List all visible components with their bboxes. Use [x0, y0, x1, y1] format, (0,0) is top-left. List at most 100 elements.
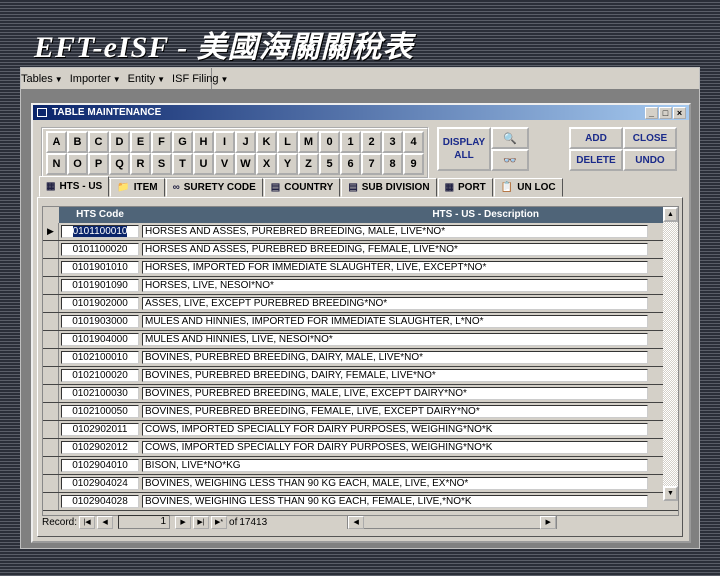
hts-code-cell[interactable]: 0101903000: [61, 315, 139, 328]
hts-code-cell[interactable]: 0102100030: [61, 387, 139, 400]
description-cell[interactable]: BISON, LIVE*NO*KG: [142, 459, 648, 472]
row-selector[interactable]: [43, 421, 59, 438]
letter-button[interactable]: I: [214, 131, 235, 153]
tab-surety-code[interactable]: ∞ SURETY CODE: [165, 178, 263, 197]
description-cell[interactable]: HORSES, LIVE, NESOI*NO*: [142, 279, 648, 292]
table-row[interactable]: 0102904024 BOVINES, WEIGHING LESS THAN 90…: [43, 475, 678, 493]
letter-button[interactable]: 9: [403, 153, 424, 175]
description-cell[interactable]: BOVINES, PUREBRED BREEDING, DAIRY, MALE,…: [142, 351, 648, 364]
hts-code-cell[interactable]: 0101100010: [61, 225, 139, 238]
letter-button[interactable]: M: [298, 131, 319, 153]
horizontal-scrollbar[interactable]: ◀ ▶: [347, 515, 558, 529]
description-cell[interactable]: HORSES, IMPORTED FOR IMMEDIATE SLAUGHTER…: [142, 261, 648, 274]
letter-button[interactable]: B: [67, 131, 88, 153]
hts-code-cell[interactable]: 0102100050: [61, 405, 139, 418]
letter-button[interactable]: 4: [403, 131, 424, 153]
letter-button[interactable]: 1: [340, 131, 361, 153]
letter-button[interactable]: E: [130, 131, 151, 153]
letter-button[interactable]: 3: [382, 131, 403, 153]
tab-port[interactable]: ▦ PORT: [437, 178, 493, 197]
description-cell[interactable]: BOVINES, WEIGHING LESS THAN 90 KG EACH, …: [142, 477, 648, 490]
letter-button[interactable]: O: [67, 153, 88, 175]
row-selector[interactable]: [43, 331, 59, 348]
letter-button[interactable]: 2: [361, 131, 382, 153]
menu-item[interactable]: Entity ▼: [128, 73, 165, 85]
tab-hts-us[interactable]: ▦ HTS - US: [39, 176, 110, 197]
vertical-scrollbar[interactable]: ▲ ▼: [663, 207, 678, 501]
description-cell[interactable]: BOVINES, PUREBRED BREEDING, MALE, LIVE, …: [142, 387, 648, 400]
letter-button[interactable]: K: [256, 131, 277, 153]
letter-button[interactable]: U: [193, 153, 214, 175]
hts-code-cell[interactable]: 0101901090: [61, 279, 139, 292]
letter-button[interactable]: S: [151, 153, 172, 175]
tab-item[interactable]: 📁 ITEM: [110, 178, 165, 197]
description-cell[interactable]: BOVINES, PUREBRED BREEDING, DAIRY, FEMAL…: [142, 369, 648, 382]
scroll-up-button[interactable]: ▲: [663, 207, 678, 222]
row-selector[interactable]: [43, 403, 59, 420]
description-cell[interactable]: COWS, IMPORTED SPECIALLY FOR DAIRY PURPO…: [142, 441, 648, 454]
table-row[interactable]: 0102100020 BOVINES, PUREBRED BREEDING, DA…: [43, 367, 678, 385]
tab-country[interactable]: ▤ COUNTRY: [263, 178, 341, 197]
current-record-arrow-icon[interactable]: ▶: [43, 223, 59, 240]
letter-button[interactable]: 5: [319, 153, 340, 175]
description-cell[interactable]: BOVINES, PUREBRED BREEDING, FEMALE, LIVE…: [142, 405, 648, 418]
row-selector[interactable]: [43, 259, 59, 276]
table-row[interactable]: 0102100050 BOVINES, PUREBRED BREEDING, FE…: [43, 403, 678, 421]
letter-button[interactable]: N: [46, 153, 67, 175]
letter-button[interactable]: V: [214, 153, 235, 175]
letter-button[interactable]: P: [88, 153, 109, 175]
find-icon[interactable]: 🔍: [491, 127, 529, 149]
maximize-button[interactable]: □: [659, 107, 672, 119]
letter-button[interactable]: T: [172, 153, 193, 175]
scroll-left-button[interactable]: ◀: [348, 516, 365, 529]
prev-record-button[interactable]: ◀: [97, 515, 114, 529]
tab-sub-division[interactable]: ▤ SUB DIVISION: [341, 178, 437, 197]
minimize-button[interactable]: _: [645, 107, 658, 119]
hts-code-cell[interactable]: 0102904024: [61, 477, 139, 490]
hts-code-cell[interactable]: 0102100020: [61, 369, 139, 382]
hts-code-cell[interactable]: 0102100010: [61, 351, 139, 364]
menu-item[interactable]: Tables ▼: [21, 73, 63, 85]
description-cell[interactable]: ASSES, LIVE, EXCEPT PUREBRED BREEDING*NO…: [142, 297, 648, 310]
header-description[interactable]: HTS - US - Description: [141, 207, 649, 223]
table-row[interactable]: 0101901090 HORSES, LIVE, NESOI*NO*: [43, 277, 678, 295]
first-record-button[interactable]: |◀: [79, 515, 96, 529]
menu-item[interactable]: ISF Filing ▼: [172, 73, 228, 85]
row-selector[interactable]: [43, 493, 59, 510]
letter-button[interactable]: F: [151, 131, 172, 153]
hts-code-cell[interactable]: 0102902011: [61, 423, 139, 436]
letter-button[interactable]: G: [172, 131, 193, 153]
scroll-down-button[interactable]: ▼: [663, 486, 678, 501]
hts-code-cell[interactable]: 0101901010: [61, 261, 139, 274]
close-window-button[interactable]: ×: [673, 107, 686, 119]
letter-button[interactable]: Z: [298, 153, 319, 175]
letter-button[interactable]: A: [46, 131, 67, 153]
hts-code-cell[interactable]: 0101100020: [61, 243, 139, 256]
table-row[interactable]: ▶ 0101100010 HORSES AND ASSES, PUREBRED BR…: [43, 223, 678, 241]
row-selector[interactable]: [43, 457, 59, 474]
table-row[interactable]: 0101901010 HORSES, IMPORTED FOR IMMEDIATE…: [43, 259, 678, 277]
letter-button[interactable]: H: [193, 131, 214, 153]
description-cell[interactable]: MULES AND HINNIES, IMPORTED FOR IMMEDIAT…: [142, 315, 648, 328]
hts-code-cell[interactable]: 0101902000: [61, 297, 139, 310]
letter-button[interactable]: R: [130, 153, 151, 175]
table-row[interactable]: 0102904010 BISON, LIVE*NO*KG: [43, 457, 678, 475]
letter-button[interactable]: D: [109, 131, 130, 153]
table-row[interactable]: 0102902012 COWS, IMPORTED SPECIALLY FOR D…: [43, 439, 678, 457]
hts-code-cell[interactable]: 0102902012: [61, 441, 139, 454]
description-cell[interactable]: COWS, IMPORTED SPECIALLY FOR DAIRY PURPO…: [142, 423, 648, 436]
letter-button[interactable]: W: [235, 153, 256, 175]
description-cell[interactable]: HORSES AND ASSES, PUREBRED BREEDING, MAL…: [142, 225, 648, 238]
record-number-input[interactable]: 1: [118, 515, 171, 529]
description-cell[interactable]: HORSES AND ASSES, PUREBRED BREEDING, FEM…: [142, 243, 648, 256]
display-all-button[interactable]: DISPLAY ALL: [437, 127, 491, 171]
row-selector[interactable]: [43, 475, 59, 492]
row-selector[interactable]: [43, 349, 59, 366]
hts-code-cell[interactable]: 0102904010: [61, 459, 139, 472]
tab-un-loc[interactable]: 📋 UN LOC: [493, 178, 563, 197]
add-button[interactable]: ADD: [569, 127, 623, 149]
table-row[interactable]: 0102100030 BOVINES, PUREBRED BREEDING, MA…: [43, 385, 678, 403]
new-record-button[interactable]: ▶*: [211, 515, 228, 529]
letter-button[interactable]: C: [88, 131, 109, 153]
letter-button[interactable]: Q: [109, 153, 130, 175]
